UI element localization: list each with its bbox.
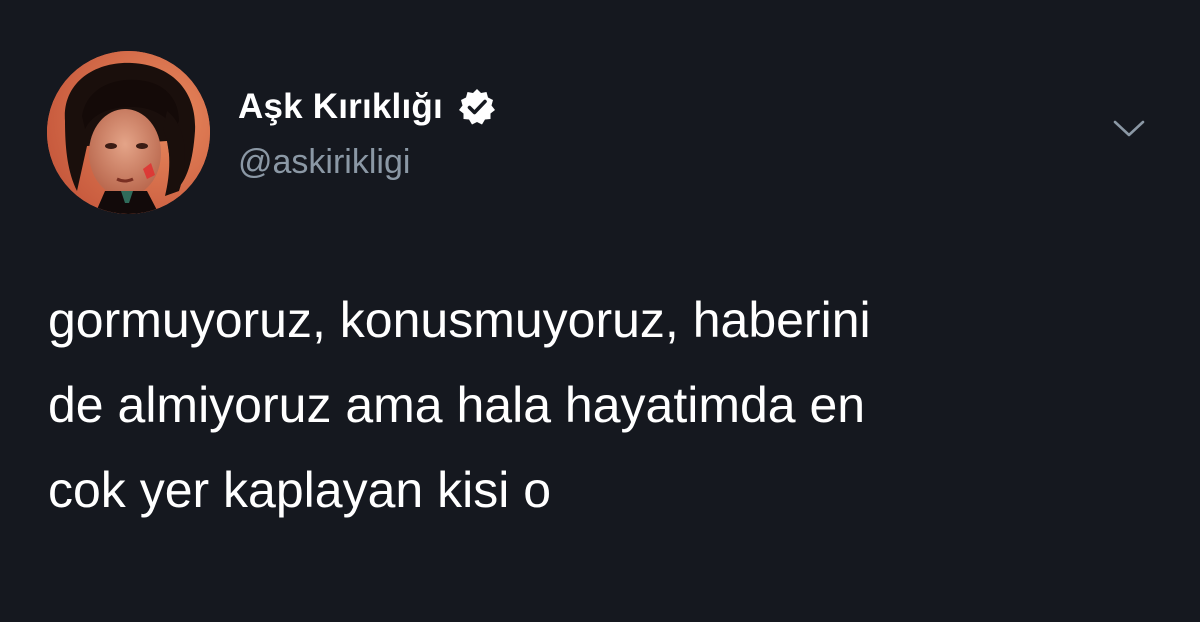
username[interactable]: @askirikligi	[238, 140, 410, 184]
tweet-card: Aşk Kırıklığı @askirikligi gormuyoruz, k…	[0, 0, 1200, 622]
tweet-text-line: gormuyoruz, konusmuyoruz, haberini	[48, 292, 871, 348]
display-name[interactable]: Aşk Kırıklığı	[238, 84, 443, 130]
avatar[interactable]	[47, 51, 210, 214]
tweet-text-line: cok yer kaplayan kisi o	[48, 462, 552, 518]
verified-badge-icon	[457, 87, 497, 127]
chevron-down-icon[interactable]	[1112, 118, 1146, 140]
tweet-text: gormuyoruz, konusmuyoruz, haberini de al…	[48, 278, 1158, 533]
avatar-image	[47, 51, 210, 214]
author-row[interactable]: Aşk Kırıklığı	[238, 84, 497, 130]
tweet-text-line: de almiyoruz ama hala hayatimda en	[48, 377, 866, 433]
